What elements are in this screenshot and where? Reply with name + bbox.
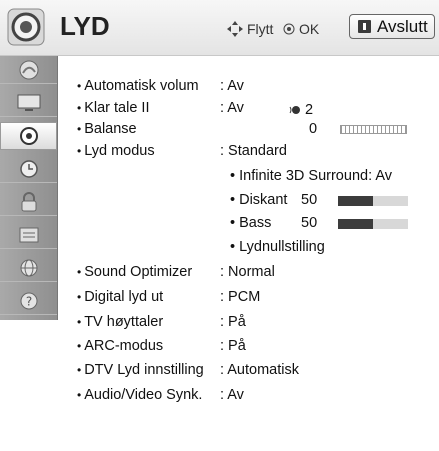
menu-header: LYD Flytt OK Avslutt xyxy=(0,0,439,56)
treble-option[interactable]: • Diskant xyxy=(230,189,287,211)
setting-label: Lyd modus xyxy=(84,143,155,159)
setting-value: : På xyxy=(220,314,246,330)
setting-label: ARC-modus xyxy=(84,338,164,354)
exit-key-icon xyxy=(358,20,371,33)
setting-value: : Automatisk xyxy=(220,362,299,378)
setting-value: : PCM xyxy=(220,289,261,305)
setting-label: Klar tale II xyxy=(84,100,150,116)
setting-dtv-audio[interactable]: • DTV Lyd innstilling xyxy=(77,359,204,381)
setting-value: : Av xyxy=(220,78,244,94)
sidebar-item-audio[interactable] xyxy=(0,122,57,150)
setting-digital-audio-out[interactable]: • Digital lyd ut xyxy=(77,286,163,308)
clear-voice-level-value: 2 xyxy=(305,102,314,118)
move-hint-label: Flytt xyxy=(247,21,274,37)
lock-icon xyxy=(21,191,36,211)
exit-button-label: Avslutt xyxy=(377,16,428,36)
balance-value: 0 xyxy=(309,121,318,137)
setting-label: Audio/Video Synk. xyxy=(84,387,203,403)
setting-value: : Normal xyxy=(220,264,275,280)
clock-icon xyxy=(19,159,38,178)
help-icon: ? xyxy=(20,292,37,309)
network-icon xyxy=(20,259,37,276)
setting-arc-mode[interactable]: • ARC-modus xyxy=(77,335,163,357)
move-hint: Flytt xyxy=(227,21,273,37)
ok-hint-label: OK xyxy=(299,21,320,37)
category-sidebar: ? xyxy=(0,56,58,320)
page-title: LYD xyxy=(60,11,110,41)
svg-text:?: ? xyxy=(25,294,31,308)
sidebar-item-time[interactable] xyxy=(0,155,57,183)
ok-hint: OK xyxy=(283,21,319,37)
bass-option[interactable]: • Bass xyxy=(230,212,271,234)
picture-icon xyxy=(19,60,38,79)
speaker-icon xyxy=(7,8,45,46)
tv-screen-icon xyxy=(17,94,40,111)
sidebar-item-screen[interactable] xyxy=(0,89,57,117)
exit-button[interactable]: Avslutt xyxy=(349,14,435,39)
sidebar-item-picture[interactable] xyxy=(0,56,57,84)
setting-value: : På xyxy=(220,338,246,354)
setting-value: : Av xyxy=(220,100,244,116)
sidebar-item-network[interactable] xyxy=(0,254,57,282)
sidebar-item-support[interactable]: ? xyxy=(0,287,57,315)
bass-bar-fill xyxy=(338,219,373,229)
setting-auto-volume[interactable]: • Automatisk volum xyxy=(77,75,199,97)
treble-value: 50 xyxy=(301,192,318,208)
setting-sound-optimizer[interactable]: • Sound Optimizer xyxy=(77,261,192,283)
setting-value: : Standard xyxy=(220,143,287,159)
surround-option[interactable]: • Infinite 3D Surround: Av xyxy=(230,165,392,187)
voice-icon xyxy=(289,106,300,114)
setting-label: TV høyttaler xyxy=(84,314,164,330)
setting-label: Balanse xyxy=(84,121,137,137)
setting-sound-mode[interactable]: • Lyd modus xyxy=(77,140,155,162)
setting-label: Digital lyd ut xyxy=(84,289,164,305)
setting-clear-voice[interactable]: • Klar tale II xyxy=(77,97,149,119)
setting-label: Automatisk volum xyxy=(84,78,199,94)
setting-tv-speaker[interactable]: • TV høyttaler xyxy=(77,311,163,333)
setting-value: : Av xyxy=(220,387,244,403)
treble-bar[interactable] xyxy=(338,196,408,206)
speaker-icon xyxy=(19,127,38,145)
sound-reset-option[interactable]: • Lydnullstilling xyxy=(230,236,325,258)
sidebar-item-options[interactable] xyxy=(0,221,57,249)
setting-balance[interactable]: • Balanse xyxy=(77,118,137,140)
setting-label: Sound Optimizer xyxy=(84,264,193,280)
treble-bar-fill xyxy=(338,196,373,206)
sidebar-item-lock[interactable] xyxy=(0,188,57,216)
setting-label: DTV Lyd innstilling xyxy=(84,362,204,378)
bass-bar[interactable] xyxy=(338,219,408,229)
options-icon xyxy=(19,227,38,242)
setting-av-sync[interactable]: • Audio/Video Synk. xyxy=(77,384,202,406)
bass-value: 50 xyxy=(301,215,318,231)
move-arrows-icon xyxy=(227,21,243,37)
balance-slider[interactable] xyxy=(340,125,407,134)
ok-button-icon xyxy=(283,23,295,35)
